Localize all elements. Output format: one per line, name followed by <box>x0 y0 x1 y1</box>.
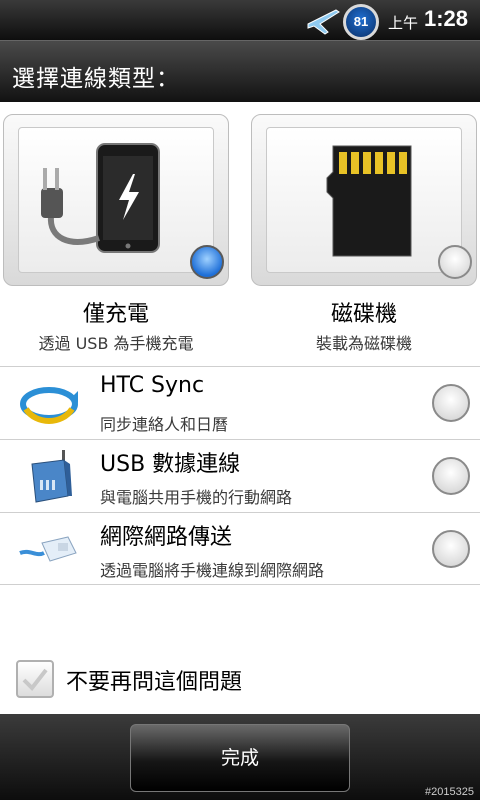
internet-pass-through-title: 網際網路傳送 <box>100 525 233 550</box>
list-item-usb-tethering[interactable]: USB 數據連線 與電腦共用手機的行動網路 <box>0 439 480 512</box>
ethernet-cable-icon <box>19 536 77 562</box>
status-time: 1:28 <box>424 6 469 31</box>
charge-only-description: 透過 USB 為手機充電 <box>38 334 194 353</box>
usb-tethering-subtitle: 與電腦共用手機的行動網路 <box>100 488 293 507</box>
charge-only-radio[interactable] <box>190 245 224 279</box>
disk-drive-option[interactable] <box>251 114 477 286</box>
sd-card-icon <box>326 145 412 257</box>
usb-tethering-title: USB 數據連線 <box>100 452 241 477</box>
disk-drive-panel <box>266 127 462 273</box>
status-bar: 81 上午 1:28 <box>0 0 480 40</box>
disk-drive-radio[interactable] <box>438 245 472 279</box>
checkmark-icon <box>22 668 48 692</box>
bottom-bar: 完成 #2015325 <box>0 714 480 800</box>
list-item-internet-pass-through[interactable]: 網際網路傳送 透過電腦將手機連線到網際網路 <box>0 512 480 585</box>
airplane-icon <box>307 9 340 35</box>
charge-only-label: 僅充電 <box>82 302 149 327</box>
modem-icon <box>31 450 72 503</box>
list-item-htc-sync[interactable]: HTC Sync 同步連絡人和日曆 <box>0 366 480 439</box>
done-button[interactable]: 完成 <box>130 724 350 792</box>
title-bar: 選擇連線類型： <box>0 40 480 102</box>
status-am-pm: 上午 <box>388 14 419 32</box>
dont-ask-again-checkbox[interactable] <box>16 660 54 698</box>
usb-tethering-radio[interactable] <box>432 457 470 495</box>
dont-ask-again-label: 不要再問這個問題 <box>66 670 243 695</box>
connection-list: HTC Sync 同步連絡人和日曆 USB 數據連線 與電腦共用手機的行動網路 … <box>0 366 480 585</box>
sync-icon <box>20 387 78 424</box>
watermark: #2015325 <box>425 786 474 798</box>
internet-pass-through-radio[interactable] <box>432 530 470 568</box>
htc-sync-subtitle: 同步連絡人和日曆 <box>100 415 229 434</box>
htc-sync-title: HTC Sync <box>100 373 205 398</box>
charger-phone-icon <box>41 143 160 253</box>
htc-sync-radio[interactable] <box>432 384 470 422</box>
disk-drive-description: 裝載為磁碟機 <box>315 334 412 353</box>
charge-only-panel <box>18 127 214 273</box>
charge-only-option[interactable] <box>3 114 229 286</box>
battery-indicator: 81 <box>343 4 379 40</box>
dialog-title: 選擇連線類型： <box>12 66 180 92</box>
internet-pass-through-subtitle: 透過電腦將手機連線到網際網路 <box>100 561 325 580</box>
disk-drive-label: 磁碟機 <box>330 302 397 327</box>
